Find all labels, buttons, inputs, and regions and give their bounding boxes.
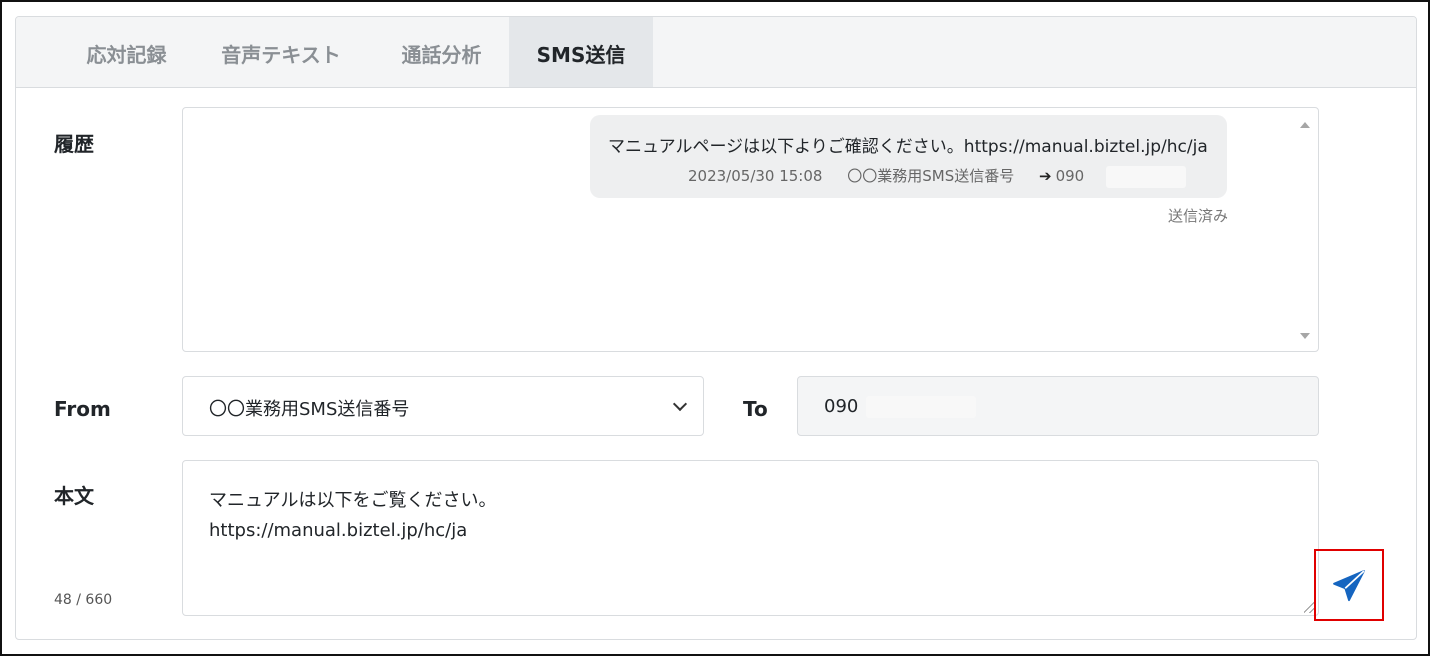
scroll-up-icon[interactable] xyxy=(1300,122,1310,128)
tab-call-analysis[interactable]: 通話分析 xyxy=(374,17,509,87)
status-badge: 送信済み xyxy=(1167,207,1228,225)
history-box[interactable]: マニュアルページは以下よりご確認ください。https://manual.bizt… xyxy=(182,107,1319,352)
chevron-down-icon xyxy=(672,396,688,412)
message-timestamp: 2023/05/30 15:08 xyxy=(688,167,823,185)
to-field: 090 xyxy=(797,376,1319,436)
body-line-1: マニュアルは以下をご覧ください。 xyxy=(209,490,497,511)
scroll-down-icon[interactable] xyxy=(1300,333,1310,339)
from-select[interactable]: 〇〇業務用SMS送信番号 xyxy=(182,376,704,436)
body-line-2: https://manual.biztel.jp/hc/ja xyxy=(209,520,468,541)
tab-call-record[interactable]: 応対記録 xyxy=(64,17,189,87)
message-recipient: 090 xyxy=(1055,167,1085,185)
redacted-number xyxy=(1106,165,1187,188)
history-label: 履歴 xyxy=(54,132,94,156)
tab-bar: 応対記録 音声テキスト 通話分析 SMS送信 xyxy=(16,17,1416,88)
arrow-right-icon: ➔ xyxy=(1039,167,1052,185)
send-icon xyxy=(1333,570,1365,602)
from-label: From xyxy=(54,397,111,421)
message-meta: 2023/05/30 15:08 〇〇業務用SMS送信番号 ➔ 090 xyxy=(688,165,1206,188)
to-number: 090 xyxy=(824,396,859,417)
body-textarea[interactable]: マニュアルは以下をご覧ください。 https://manual.biztel.j… xyxy=(182,460,1319,616)
sms-panel: 応対記録 音声テキスト 通話分析 SMS送信 履歴 マニュアルページは以下よりご… xyxy=(15,16,1417,640)
char-counter: 48 / 660 xyxy=(54,592,113,608)
message-bubble: マニュアルページは以下よりご確認ください。https://manual.bizt… xyxy=(590,115,1227,198)
from-select-value: 〇〇業務用SMS送信番号 xyxy=(209,399,410,420)
tab-sms-send[interactable]: SMS送信 xyxy=(509,17,653,87)
redacted-number xyxy=(866,396,977,418)
tab-voice-text[interactable]: 音声テキスト xyxy=(208,17,354,87)
message-sender: 〇〇業務用SMS送信番号 xyxy=(847,167,1015,185)
message-text: マニュアルページは以下よりご確認ください。https://manual.bizt… xyxy=(608,137,1208,157)
body-label: 本文 xyxy=(54,484,94,508)
to-label: To xyxy=(743,397,768,421)
send-button[interactable] xyxy=(1314,549,1384,621)
to-value: 090 xyxy=(824,396,977,418)
